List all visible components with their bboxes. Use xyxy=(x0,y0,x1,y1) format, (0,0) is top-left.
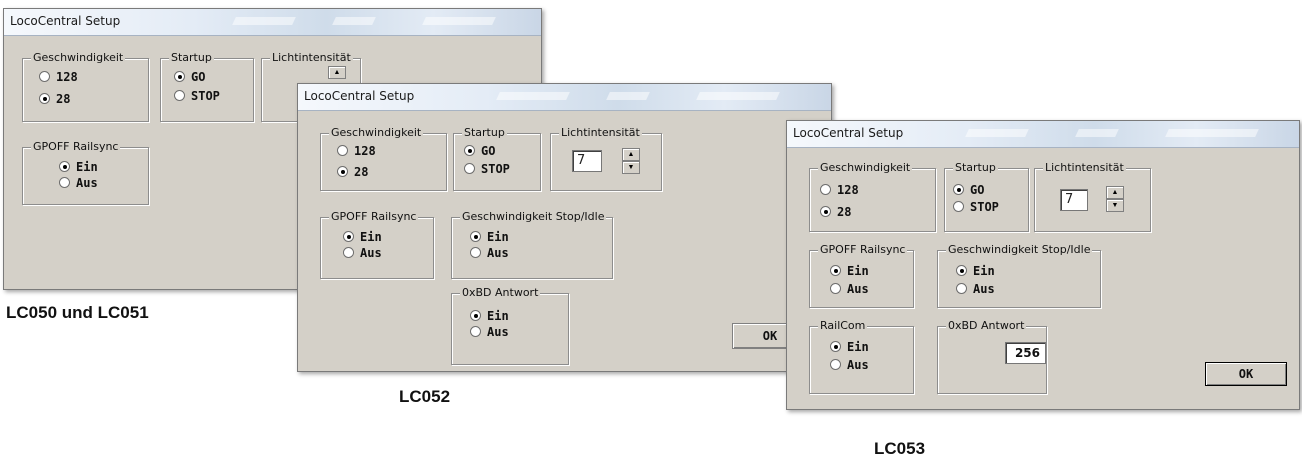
radio-speed-128[interactable]: 128 xyxy=(39,70,78,84)
radio-selected-icon xyxy=(59,161,70,172)
radio-icon xyxy=(337,145,348,156)
light-intensity-field[interactable]: 7 xyxy=(1060,189,1088,211)
group-startup: Startup GO STOP xyxy=(453,126,541,191)
radio-selected-icon xyxy=(470,310,481,321)
radio-speedstop-aus[interactable]: Aus xyxy=(956,282,995,296)
group-gpoff: GPOFF Railsync Ein Aus xyxy=(22,140,149,205)
radio-stop[interactable]: STOP xyxy=(464,162,510,176)
radio-selected-icon xyxy=(464,145,475,156)
group-oxbd: 0xBD Antwort Ein Aus xyxy=(451,286,569,365)
light-intensity-field[interactable]: 7 xyxy=(572,150,602,172)
setup-window-lc053: LocoCentral Setup Geschwindigkeit 128 28… xyxy=(786,120,1300,410)
radio-icon xyxy=(343,247,354,258)
group-oxbd: 0xBD Antwort 256 xyxy=(937,319,1047,394)
radio-icon xyxy=(174,90,185,101)
radio-speed-128[interactable]: 128 xyxy=(337,144,376,158)
spin-up-icon[interactable]: ▲ xyxy=(622,148,640,161)
title-bar: LocoCentral Setup xyxy=(787,121,1299,148)
radio-selected-icon xyxy=(830,265,841,276)
caption-lc053: LC053 xyxy=(874,439,926,458)
radio-speed-28[interactable]: 28 xyxy=(39,92,70,106)
radio-gpoff-ein[interactable]: Ein xyxy=(343,230,382,244)
ok-button[interactable]: OK xyxy=(1205,362,1287,386)
radio-icon xyxy=(39,71,50,82)
group-startup: Startup GO STOP xyxy=(160,51,254,122)
group-speed-stop: Geschwindigkeit Stop/Idle Ein Aus xyxy=(451,210,613,279)
radio-go[interactable]: GO xyxy=(464,144,495,158)
group-gpoff: GPOFF Railsync Ein Aus xyxy=(320,210,434,279)
radio-selected-icon xyxy=(956,265,967,276)
radio-selected-icon xyxy=(953,184,964,195)
caption-lc052: LC052 xyxy=(399,387,451,406)
radio-gpoff-ein[interactable]: Ein xyxy=(830,264,869,278)
spin-down-icon[interactable]: ▼ xyxy=(622,161,640,174)
radio-icon xyxy=(59,177,70,188)
radio-selected-icon xyxy=(343,231,354,242)
radio-railcom-ein[interactable]: Ein xyxy=(830,340,869,354)
radio-gpoff-aus[interactable]: Aus xyxy=(59,176,98,190)
group-speed-stop: Geschwindigkeit Stop/Idle Ein Aus xyxy=(937,243,1101,308)
spin-up-icon[interactable]: ▲ xyxy=(1106,186,1124,199)
radio-selected-icon xyxy=(174,71,185,82)
radio-speedstop-ein[interactable]: Ein xyxy=(470,230,509,244)
radio-oxbd-aus[interactable]: Aus xyxy=(470,325,509,339)
radio-icon xyxy=(470,247,481,258)
caption-lc050: LC050 und LC051 xyxy=(6,303,149,322)
radio-selected-icon xyxy=(39,93,50,104)
group-light: Lichtintensität 7 ▲ ▼ xyxy=(550,126,662,191)
radio-gpoff-ein[interactable]: Ein xyxy=(59,160,98,174)
radio-icon xyxy=(830,283,841,294)
radio-icon xyxy=(820,184,831,195)
radio-railcom-aus[interactable]: Aus xyxy=(830,358,869,372)
radio-gpoff-aus[interactable]: Aus xyxy=(830,282,869,296)
group-railcom: RailCom Ein Aus xyxy=(809,319,914,394)
oxbd-value-field[interactable]: 256 xyxy=(1005,342,1046,364)
radio-icon xyxy=(953,201,964,212)
radio-go[interactable]: GO xyxy=(174,70,205,84)
window-title: LocoCentral Setup xyxy=(304,89,415,103)
radio-icon xyxy=(464,163,475,174)
radio-icon xyxy=(956,283,967,294)
group-startup: Startup GO STOP xyxy=(944,161,1029,232)
spin-up-icon[interactable]: ▲ xyxy=(328,66,346,79)
group-speed: Geschwindigkeit 128 28 xyxy=(809,161,936,232)
radio-gpoff-aus[interactable]: Aus xyxy=(343,246,382,260)
group-speed: Geschwindigkeit 128 28 xyxy=(22,51,149,122)
radio-stop[interactable]: STOP xyxy=(174,89,220,103)
radio-go[interactable]: GO xyxy=(953,183,984,197)
title-bar: LocoCentral Setup xyxy=(4,9,541,36)
window-title: LocoCentral Setup xyxy=(10,14,121,28)
spin-down-icon[interactable]: ▼ xyxy=(1106,199,1124,212)
radio-speed-28[interactable]: 28 xyxy=(337,165,368,179)
radio-stop[interactable]: STOP xyxy=(953,200,999,214)
radio-selected-icon xyxy=(337,166,348,177)
group-speed: Geschwindigkeit 128 28 xyxy=(320,126,447,191)
radio-speed-28[interactable]: 28 xyxy=(820,205,851,219)
group-gpoff: GPOFF Railsync Ein Aus xyxy=(809,243,914,308)
group-light: Lichtintensität 7 ▲ ▼ xyxy=(1034,161,1151,232)
title-bar: LocoCentral Setup xyxy=(298,84,831,111)
radio-selected-icon xyxy=(470,231,481,242)
setup-window-lc052: LocoCentral Setup Geschwindigkeit 128 28… xyxy=(297,83,832,372)
radio-selected-icon xyxy=(830,341,841,352)
window-title: LocoCentral Setup xyxy=(793,126,904,140)
radio-icon xyxy=(470,326,481,337)
radio-oxbd-ein[interactable]: Ein xyxy=(470,309,509,323)
radio-speedstop-ein[interactable]: Ein xyxy=(956,264,995,278)
radio-speedstop-aus[interactable]: Aus xyxy=(470,246,509,260)
radio-selected-icon xyxy=(820,206,831,217)
radio-speed-128[interactable]: 128 xyxy=(820,183,859,197)
radio-icon xyxy=(830,359,841,370)
